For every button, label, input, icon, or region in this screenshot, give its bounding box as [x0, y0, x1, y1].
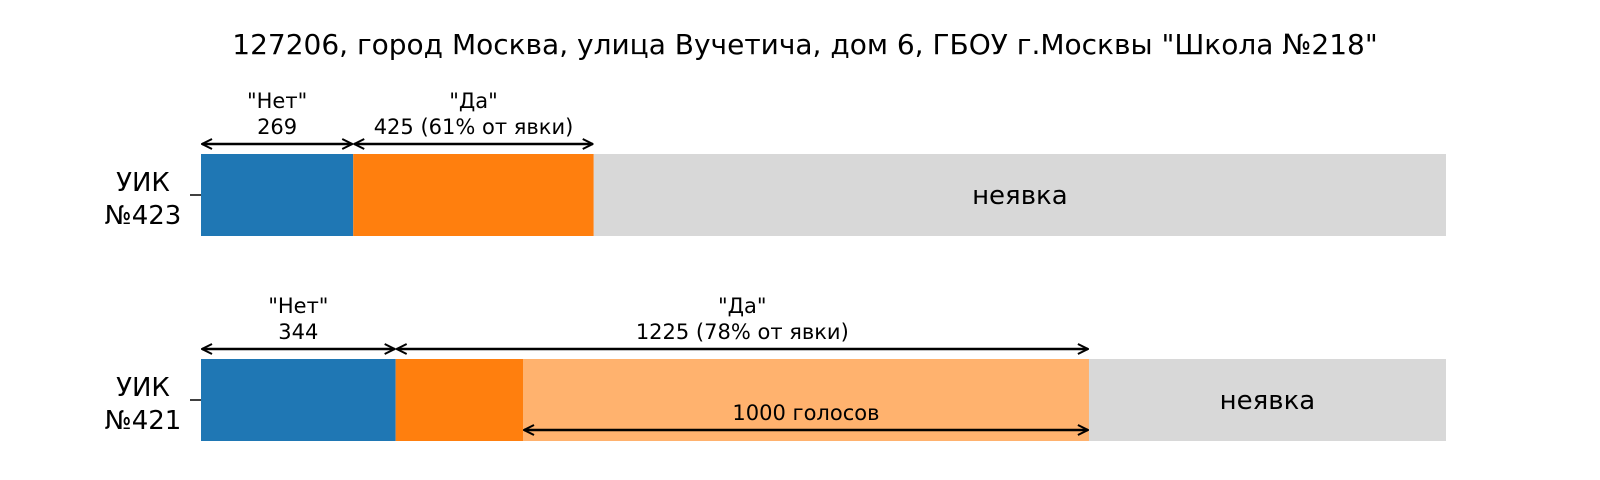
- y-tick-label: №423: [105, 201, 182, 231]
- bar-segment-yes: [353, 154, 594, 236]
- bar-segment-excess: [523, 359, 1089, 441]
- yes-label: "Да": [718, 294, 767, 318]
- no-value-label: 344: [278, 320, 318, 344]
- excess-label: 1000 голосов: [732, 401, 879, 425]
- chart-title: 127206, город Москва, улица Вучетича, до…: [232, 28, 1377, 61]
- noshow-label: неявка: [1220, 386, 1316, 416]
- yes-label: "Да": [449, 89, 498, 113]
- no-label: "Нет": [247, 89, 307, 113]
- noshow-label: неявка: [972, 181, 1068, 211]
- y-tick-label: УИК: [116, 373, 170, 403]
- y-tick-label: №421: [105, 406, 182, 436]
- no-label: "Нет": [268, 294, 328, 318]
- chart-root: 127206, город Москва, улица Вучетича, до…: [0, 0, 1600, 480]
- bar-chart: 127206, город Москва, улица Вучетича, до…: [105, 28, 1446, 441]
- plot-area: неявкаУИК№423"Нет"269"Да"425 (61% от явк…: [105, 89, 1446, 441]
- no-value-label: 269: [257, 115, 297, 139]
- bar-segment-no: [201, 154, 354, 236]
- bar-segment-no: [201, 359, 396, 441]
- yes-value-label: 1225 (78% от явки): [636, 320, 849, 344]
- y-tick-label: УИК: [116, 168, 170, 198]
- yes-value-label: 425 (61% от явки): [374, 115, 574, 139]
